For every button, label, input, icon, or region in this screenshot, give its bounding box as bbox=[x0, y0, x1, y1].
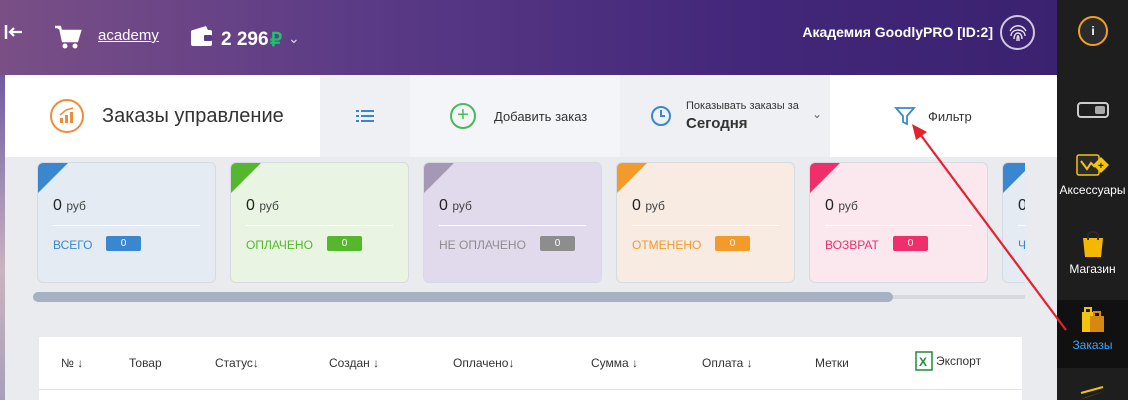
filter-label: Фильтр bbox=[928, 108, 972, 124]
sidebar-item-accessories[interactable]: + Аксессуары bbox=[1057, 148, 1128, 213]
card-corner-flag bbox=[1003, 163, 1025, 193]
shop-bag-icon bbox=[1082, 231, 1103, 257]
sidebar-item-shop[interactable]: Магазин bbox=[1057, 230, 1128, 290]
period-value: Сегодня bbox=[686, 115, 748, 132]
card-divider bbox=[632, 225, 779, 226]
card-amount: 0 руб bbox=[246, 197, 279, 214]
top-header: academy 2 296 ₽ ⌄ Академия GoodlyPRO [ID… bbox=[0, 0, 1057, 75]
stat-card[interactable]: 0 руб ВСЕГО 0 bbox=[37, 162, 216, 283]
page-title: Заказы управление bbox=[102, 104, 284, 127]
card-count-badge: 0 bbox=[327, 236, 362, 251]
svg-text:+: + bbox=[1098, 161, 1104, 172]
page-title-block: Заказы управление bbox=[5, 75, 320, 157]
orders-icon bbox=[1081, 307, 1104, 332]
card-divider bbox=[246, 225, 393, 226]
chevron-down-icon: ⌄ bbox=[811, 107, 822, 121]
card-amount: 0 руб bbox=[1018, 197, 1025, 215]
card-amount: 0 руб bbox=[825, 197, 858, 214]
card-corner-flag bbox=[38, 163, 68, 193]
column-header-sum[interactable]: Сумма ↓ bbox=[591, 356, 638, 370]
stat-card[interactable]: 0 руб НЕ ОПЛАЧЕНО 0 bbox=[423, 162, 602, 283]
column-header-created[interactable]: Создан ↓ bbox=[329, 356, 379, 370]
card-amount: 0 руб bbox=[53, 197, 86, 214]
clock-icon bbox=[651, 106, 671, 126]
orders-toolbar: Заказы управление + Добавить заказ Показ… bbox=[5, 75, 1057, 157]
card-corner-flag bbox=[810, 163, 840, 193]
cart-icon[interactable] bbox=[54, 24, 82, 50]
add-order-button[interactable]: + Добавить заказ bbox=[410, 75, 620, 157]
column-header-number[interactable]: № ↓ bbox=[61, 356, 83, 370]
list-view-button[interactable] bbox=[320, 75, 410, 157]
sidebar-item-orders[interactable]: Заказы bbox=[1057, 300, 1128, 368]
chart-up-icon bbox=[50, 99, 84, 133]
order-stats-cards: 0 руб ВСЕГО 0 0 руб ОПЛАЧЕНО 0 0 руб НЕ ОПЛАЧЕН… bbox=[37, 162, 1025, 284]
sidebar-item-label: Заказы bbox=[1072, 338, 1113, 352]
card-count-badge: 0 bbox=[893, 236, 928, 251]
card-label: ВСЕГО bbox=[53, 238, 93, 252]
card-label: НЕ ОПЛАЧЕНО bbox=[439, 238, 526, 252]
user-account-label[interactable]: Академия GoodlyPRO [ID:2] bbox=[802, 24, 993, 40]
fingerprint-icon bbox=[1008, 24, 1027, 41]
wallet-icon bbox=[191, 26, 212, 46]
plus-circle-icon: + bbox=[450, 103, 476, 129]
account-link[interactable]: academy bbox=[98, 27, 159, 44]
card-divider bbox=[439, 225, 586, 226]
table-header-divider bbox=[39, 389, 1022, 390]
card-count-badge: 0 bbox=[715, 236, 750, 251]
card-corner-flag bbox=[617, 163, 647, 193]
stat-card[interactable]: 0 рубЧАСТИЧНО0 bbox=[1002, 162, 1025, 283]
chevron-down-icon[interactable]: ⌄ bbox=[288, 30, 300, 47]
accessories-icon: + bbox=[1075, 154, 1109, 176]
export-label: Экспорт bbox=[936, 354, 982, 368]
currency-symbol: ₽ bbox=[270, 30, 283, 51]
card-divider bbox=[825, 225, 972, 226]
right-sidebar: i + Аксессуары Магазин Заказы bbox=[1057, 0, 1128, 400]
card-count-badge: 0 bbox=[540, 236, 575, 251]
export-button[interactable]: X Экспорт bbox=[915, 351, 981, 371]
fingerprint-button[interactable] bbox=[1000, 15, 1035, 50]
stat-card[interactable]: 0 руб ОПЛАЧЕНО 0 bbox=[230, 162, 409, 283]
column-header-payment[interactable]: Оплата ↓ bbox=[702, 356, 753, 370]
orders-table: № ↓ Товар Статус↓ Создан ↓ Оплачено↓ Сум… bbox=[39, 337, 1022, 400]
add-order-label: Добавить заказ bbox=[494, 108, 588, 124]
card-corner-flag bbox=[231, 163, 261, 193]
sidebar-item-label: Магазин bbox=[1069, 262, 1116, 276]
column-header-product[interactable]: Товар bbox=[129, 356, 162, 370]
card-label: ОПЛАЧЕНО bbox=[246, 238, 313, 252]
svg-text:X: X bbox=[919, 355, 927, 369]
list-icon bbox=[356, 110, 374, 122]
card-divider bbox=[53, 225, 200, 226]
filter-button[interactable]: Фильтр bbox=[830, 75, 1057, 157]
period-caption: Показывать заказы за bbox=[686, 100, 799, 112]
card-amount: 0 руб bbox=[632, 197, 665, 214]
card-label: ОТМЕНЕНО bbox=[632, 238, 702, 252]
toggle-switch[interactable] bbox=[1077, 102, 1109, 118]
info-button[interactable]: i bbox=[1078, 16, 1108, 46]
sidebar-item-label: Аксессуары bbox=[1059, 183, 1126, 197]
send-icon[interactable] bbox=[1077, 385, 1107, 400]
period-select[interactable]: Показывать заказы за Сегодня ⌄ bbox=[620, 75, 830, 157]
cards-scrollbar[interactable] bbox=[33, 292, 1025, 302]
column-header-paid[interactable]: Оплачено↓ bbox=[453, 356, 514, 370]
stat-card[interactable]: 0 руб ОТМЕНЕНО 0 bbox=[616, 162, 795, 283]
card-label: ВОЗВРАТ bbox=[825, 238, 879, 252]
filter-funnel-icon bbox=[894, 107, 916, 126]
scrollbar-thumb[interactable] bbox=[33, 292, 893, 302]
card-corner-flag bbox=[424, 163, 454, 193]
excel-icon: X bbox=[915, 351, 933, 371]
column-header-status[interactable]: Статус↓ bbox=[215, 356, 259, 370]
card-label: ЧАСТИЧНО bbox=[1018, 238, 1025, 252]
stat-card[interactable]: 0 руб ВОЗВРАТ 0 bbox=[809, 162, 988, 283]
balance-amount[interactable]: 2 296 bbox=[221, 29, 269, 51]
card-amount: 0 руб bbox=[439, 197, 472, 214]
card-divider bbox=[1018, 225, 1025, 226]
card-count-badge: 0 bbox=[106, 236, 141, 251]
collapse-arrow-icon[interactable] bbox=[4, 22, 24, 42]
column-header-tags: Метки bbox=[815, 356, 849, 370]
